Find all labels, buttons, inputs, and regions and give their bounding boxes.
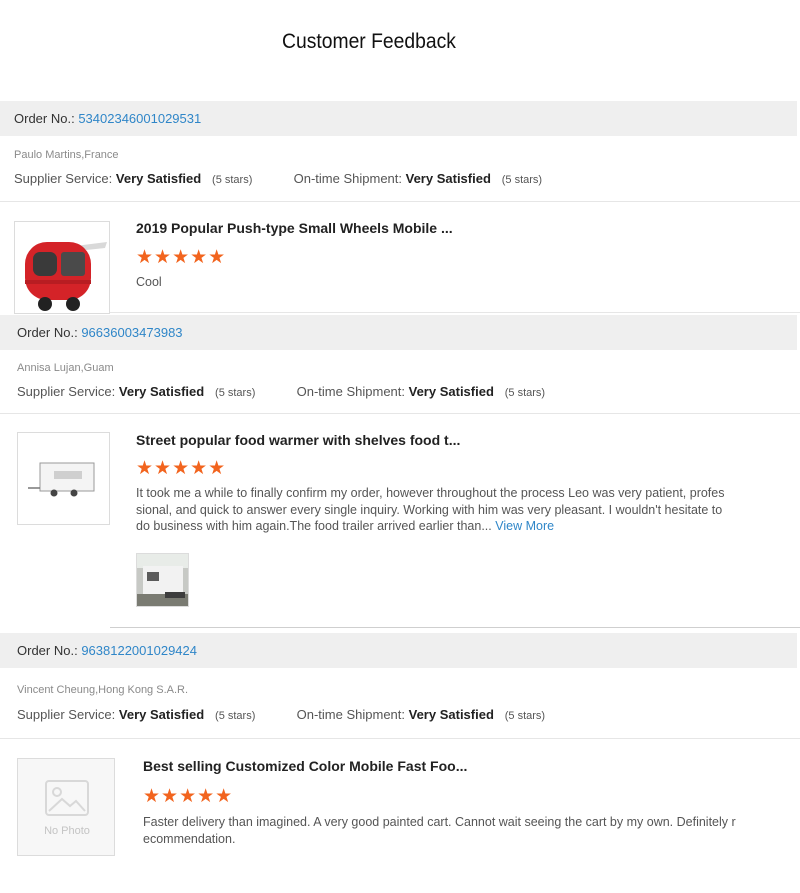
- supplier-service-label: Supplier Service:: [14, 171, 113, 186]
- white-trailer-image: [18, 433, 109, 524]
- supplier-service-stars: (5 stars): [215, 710, 256, 722]
- service-ratings: Supplier Service: Very Satisfied (5 star…: [17, 384, 545, 399]
- customer-name: Annisa Lujan,Guam: [17, 362, 114, 374]
- product-title[interactable]: Best selling Customized Color Mobile Fas…: [143, 758, 467, 774]
- comment-line: It took me a while to finally confirm my…: [136, 486, 725, 500]
- shipment-label: On-time Shipment:: [296, 707, 405, 722]
- product-thumbnail[interactable]: [17, 432, 110, 525]
- product-thumbnail[interactable]: No Photo: [17, 758, 115, 856]
- feedback-comment: It took me a while to finally confirm my…: [136, 485, 756, 535]
- comment-line-text: do business with him again.The food trai…: [136, 519, 492, 533]
- comment-line: ecommendation.: [143, 831, 236, 846]
- shipment-stars: (5 stars): [504, 387, 546, 399]
- product-title[interactable]: Street popular food warmer with shelves …: [136, 432, 460, 448]
- customer-name: Paulo Martins,France: [14, 149, 119, 161]
- comment-line: do business with him again.The food trai…: [136, 518, 756, 535]
- order-number-link[interactable]: 9638122001029424: [81, 643, 197, 658]
- order-bar: Order No.: 53402346001029531: [0, 101, 797, 136]
- supplier-service-value: Very Satisfied: [118, 707, 205, 722]
- feedback-comment: Faster delivery than imagined. A very go…: [143, 814, 793, 847]
- product-title[interactable]: 2019 Popular Push-type Small Wheels Mobi…: [136, 220, 453, 236]
- customer-name: Vincent Cheung,Hong Kong S.A.R.: [17, 684, 189, 696]
- divider: [0, 201, 800, 202]
- divider: [0, 413, 800, 414]
- no-photo-icon: [18, 759, 114, 855]
- order-number-link[interactable]: 96636003473983: [81, 325, 182, 340]
- service-ratings: Supplier Service: Very Satisfied (5 star…: [14, 171, 542, 186]
- shipment-value: Very Satisfied: [408, 384, 494, 399]
- shipment-value: Very Satisfied: [405, 171, 491, 186]
- feedback-photo[interactable]: [136, 553, 189, 607]
- order-no-label: Order No.:: [14, 111, 75, 126]
- shipment-label: On-time Shipment:: [293, 171, 402, 186]
- supplier-service-label: Supplier Service:: [17, 707, 116, 722]
- view-more-link[interactable]: View More: [495, 519, 554, 533]
- comment-line: Faster delivery than imagined. A very go…: [143, 815, 736, 829]
- order-no-label: Order No.:: [17, 643, 78, 658]
- divider: [110, 627, 800, 628]
- product-thumbnail[interactable]: [14, 221, 110, 314]
- shipment-stars: (5 stars): [501, 174, 543, 186]
- supplier-service-label: Supplier Service:: [17, 384, 116, 399]
- shipment-stars: (5 stars): [504, 710, 546, 722]
- service-ratings: Supplier Service: Very Satisfied (5 star…: [17, 707, 545, 722]
- red-food-cart-image: [15, 222, 109, 313]
- order-bar: Order No.: 9638122001029424: [0, 633, 797, 668]
- order-number-link[interactable]: 53402346001029531: [78, 111, 201, 126]
- delivered-trailer-photo: [137, 554, 188, 606]
- comment-line: sional, and quick to answer every single…: [136, 502, 723, 517]
- supplier-service-value: Very Satisfied: [115, 171, 202, 186]
- supplier-service-stars: (5 stars): [215, 387, 256, 399]
- supplier-service-stars: (5 stars): [212, 174, 253, 186]
- order-no-label: Order No.:: [17, 325, 78, 340]
- rating-stars: ★★★★★: [143, 786, 234, 807]
- rating-stars: ★★★★★: [136, 247, 227, 268]
- order-bar: Order No.: 96636003473983: [0, 315, 797, 350]
- divider: [110, 312, 800, 313]
- no-photo-label: No Photo: [44, 825, 90, 837]
- supplier-service-value: Very Satisfied: [118, 384, 205, 399]
- rating-stars: ★★★★★: [136, 458, 227, 479]
- feedback-comment: Cool: [136, 275, 162, 289]
- shipment-label: On-time Shipment:: [296, 384, 405, 399]
- page-title: Customer Feedback: [282, 30, 456, 53]
- divider: [0, 738, 800, 739]
- shipment-value: Very Satisfied: [408, 707, 494, 722]
